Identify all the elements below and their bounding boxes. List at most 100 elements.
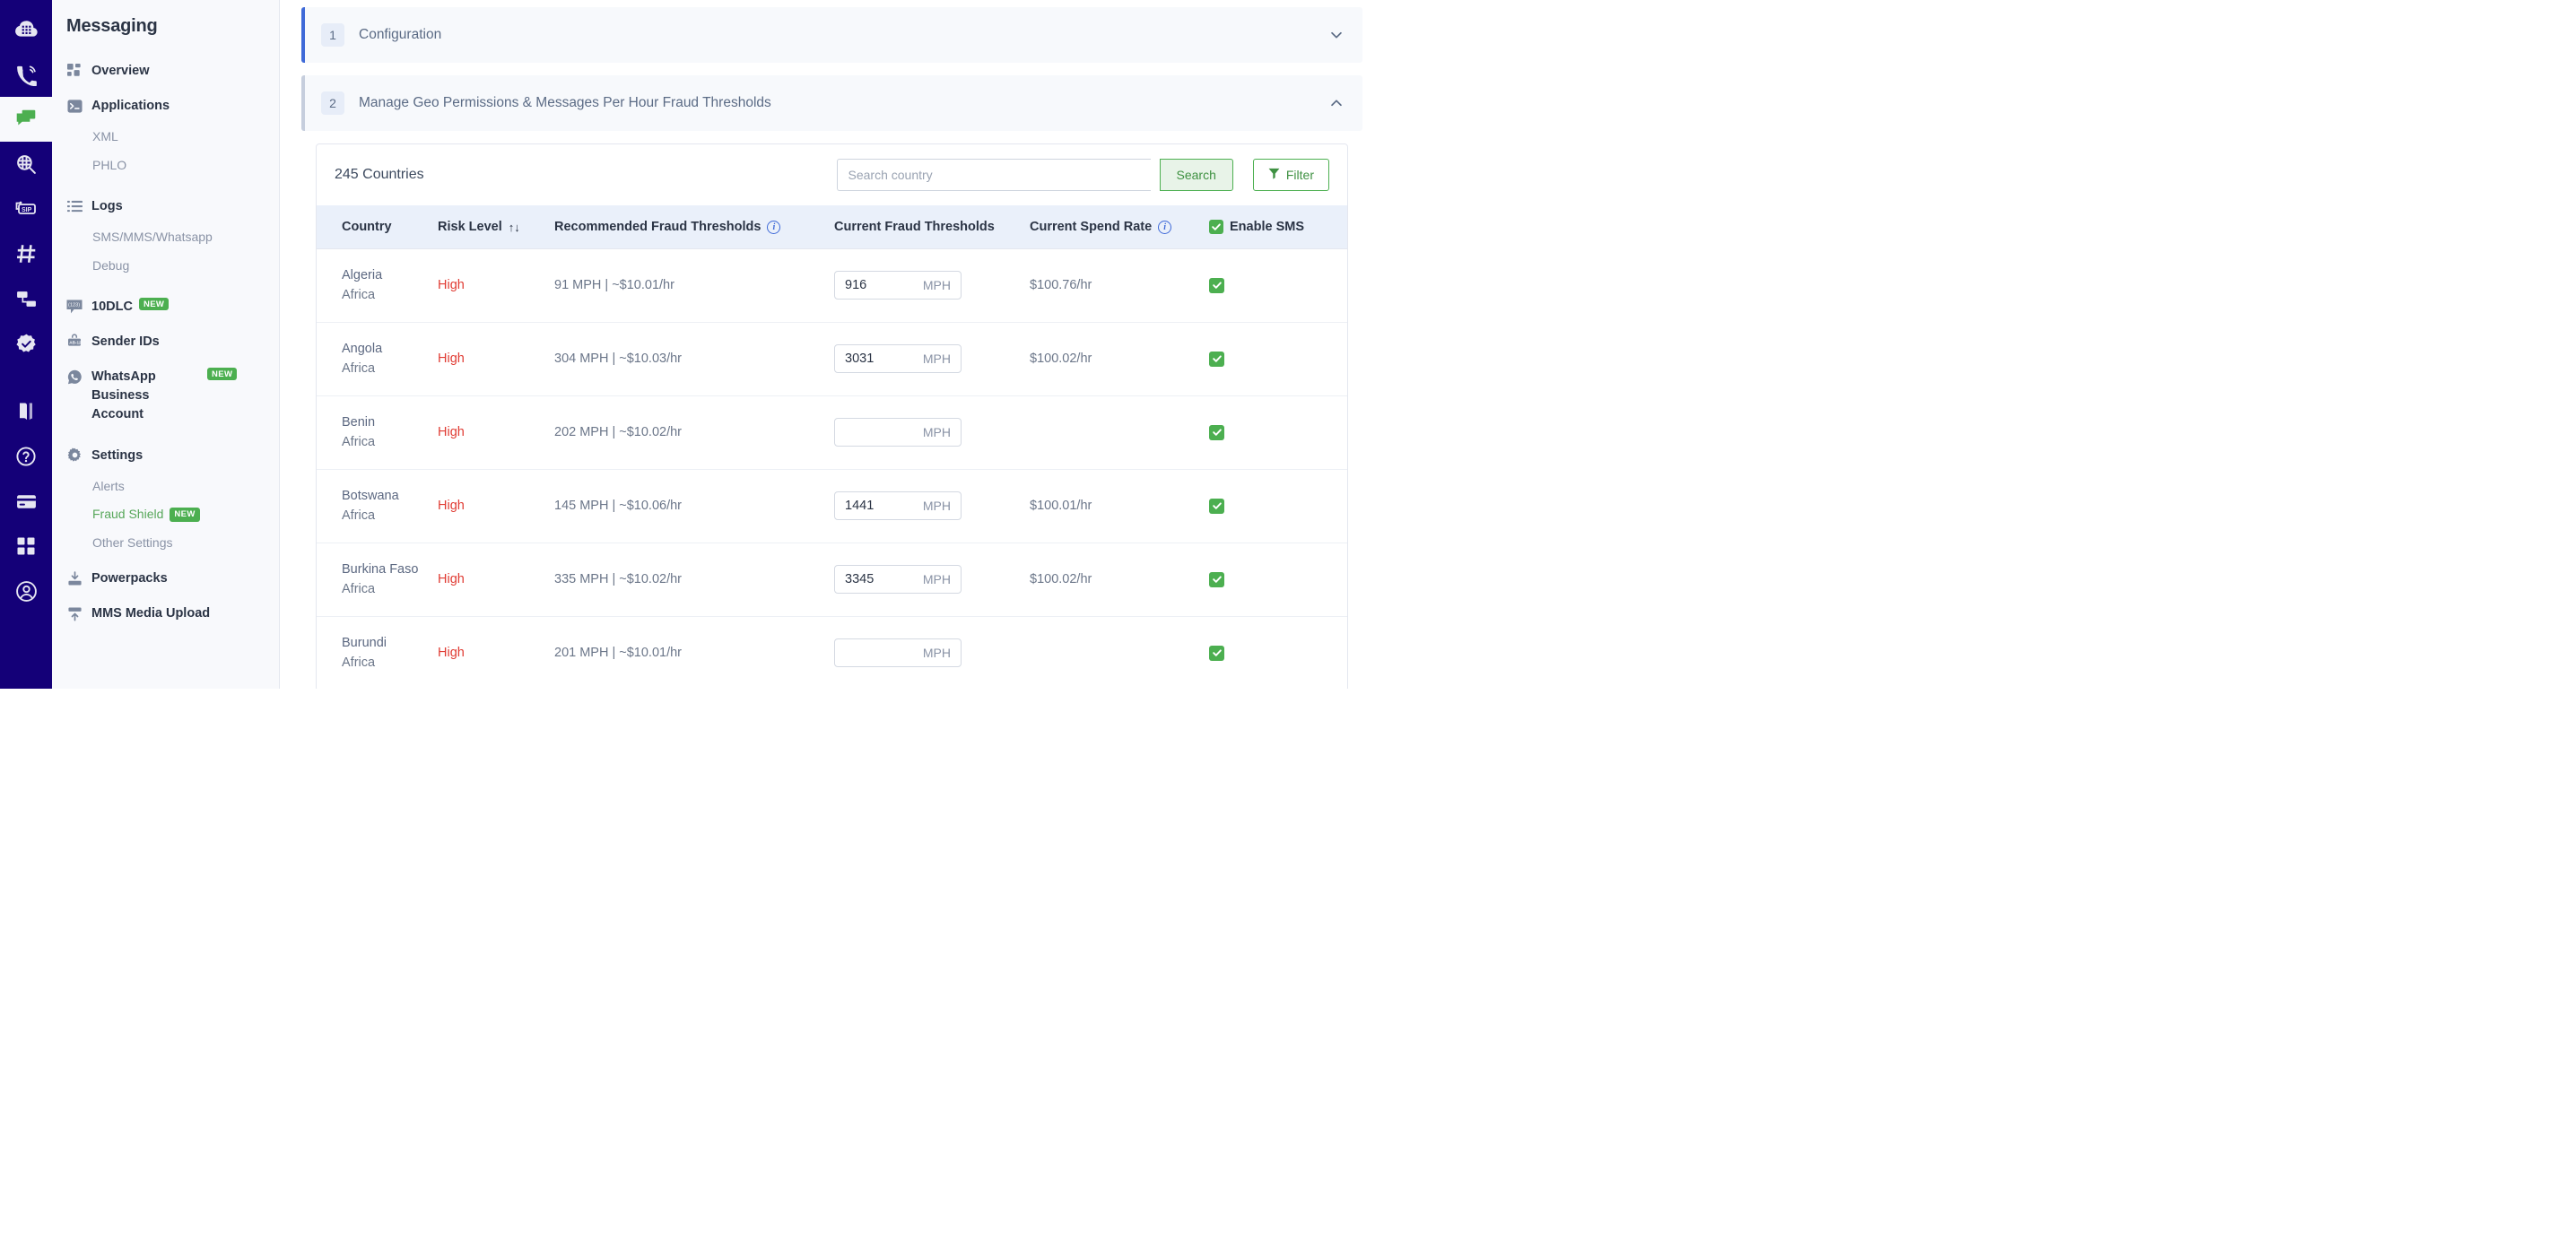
info-icon[interactable]: i <box>767 221 780 234</box>
cell-country: Botswana Africa <box>317 469 438 543</box>
enable-sms-checkbox[interactable] <box>1209 646 1224 661</box>
cloud-keypad-icon[interactable] <box>0 7 52 52</box>
cell-current-threshold: MPH <box>834 469 1030 543</box>
current-threshold-input[interactable] <box>845 572 918 586</box>
whatsapp-icon <box>66 369 83 385</box>
country-region: Africa <box>342 653 438 673</box>
mph-unit-label: MPH <box>923 425 951 439</box>
filter-button[interactable]: Filter <box>1253 159 1329 191</box>
cell-current-spend-rate: $100.02/hr <box>1030 322 1209 395</box>
cell-current-spend-rate <box>1030 395 1209 469</box>
cell-country: Burundi Africa <box>317 616 438 689</box>
accordion-manage-geo-permissions[interactable]: 2 Manage Geo Permissions & Messages Per … <box>301 75 1362 131</box>
sidebar-subitem-debug[interactable]: Debug <box>52 252 279 281</box>
mph-unit-label: MPH <box>923 572 951 586</box>
cell-recommended-threshold: 335 MPH | ~$10.02/hr <box>554 543 834 616</box>
powerpacks-icon <box>66 570 83 586</box>
enable-sms-checkbox[interactable] <box>1209 278 1224 293</box>
current-threshold-field[interactable]: MPH <box>834 344 962 373</box>
sidebar-item-powerpacks[interactable]: Powerpacks <box>52 562 279 595</box>
risk-level-value: High <box>438 646 465 660</box>
column-header-recommended-thresholds: Recommended Fraud Thresholds i <box>554 205 834 249</box>
sip-trunk-icon[interactable]: SIP <box>0 187 52 231</box>
sidebar-subitem-xml[interactable]: XML <box>52 123 279 152</box>
current-threshold-input[interactable] <box>845 278 918 292</box>
enable-sms-select-all-checkbox[interactable] <box>1209 220 1223 234</box>
countries-count: 245 Countries <box>335 167 828 183</box>
current-threshold-field[interactable]: MPH <box>834 565 962 594</box>
sidebar-subitem-fraud-shield[interactable]: Fraud ShieldNEW <box>52 500 279 529</box>
sidebar-subitem-other-settings[interactable]: Other Settings <box>52 529 279 558</box>
enable-sms-checkbox[interactable] <box>1209 425 1224 440</box>
sidebar-item-label: Powerpacks <box>91 569 168 588</box>
verify-badge-icon[interactable] <box>0 321 52 366</box>
cell-risk-level: High <box>438 616 554 689</box>
nav-group-powerpacks: Powerpacks <box>52 562 279 595</box>
sidebar-item-10dlc[interactable]: (123) 10DLC NEW <box>52 291 279 324</box>
country-name: Benin <box>342 412 438 432</box>
column-header-country-label: Country <box>342 220 392 234</box>
nav-group-logs: Logs SMS/MMS/Whatsapp Debug <box>52 190 279 280</box>
table-row: Botswana Africa High 145 MPH | ~$10.06/h… <box>317 469 1347 543</box>
enable-sms-checkbox[interactable] <box>1209 572 1224 587</box>
sidebar-subitem-phlo[interactable]: PHLO <box>52 152 279 180</box>
sidebar-item-mms-media-upload[interactable]: MMS Media Upload <box>52 597 279 630</box>
messaging-icon[interactable] <box>0 97 52 142</box>
cell-risk-level: High <box>438 249 554 323</box>
current-spend-rate-value: $100.01/hr <box>1030 499 1092 513</box>
current-threshold-input[interactable] <box>845 425 918 439</box>
countries-card: 245 Countries Search Filter Country R <box>316 143 1348 689</box>
mph-unit-label: MPH <box>923 646 951 660</box>
current-threshold-input[interactable] <box>845 499 918 513</box>
account-user-icon[interactable] <box>0 569 52 613</box>
nav-group-10dlc: (123) 10DLC NEW <box>52 291 279 324</box>
sidebar-subitem-sms-mms-whatsapp[interactable]: SMS/MMS/Whatsapp <box>52 223 279 252</box>
cell-enable-sms <box>1209 249 1347 323</box>
column-header-risk-level[interactable]: Risk Level ↑↓ <box>438 205 554 249</box>
current-threshold-field[interactable]: MPH <box>834 418 962 447</box>
chevron-up-icon[interactable] <box>1328 95 1345 111</box>
book-docs-icon[interactable] <box>0 389 52 434</box>
table-row: Burkina Faso Africa High 335 MPH | ~$10.… <box>317 543 1347 616</box>
sidebar-item-logs[interactable]: Logs <box>52 190 279 223</box>
sidebar-item-overview[interactable]: Overview <box>52 55 279 88</box>
sidebar-subitem-alerts[interactable]: Alerts <box>52 473 279 501</box>
recommended-threshold-value: 202 MPH | ~$10.02/hr <box>554 425 682 439</box>
current-threshold-input[interactable] <box>845 352 918 366</box>
sidebar-item-sender-ids[interactable]: AB-12 Sender IDs <box>52 326 279 359</box>
flow-nodes-icon[interactable] <box>0 276 52 321</box>
cell-current-threshold: MPH <box>834 249 1030 323</box>
accordion-configuration[interactable]: 1 Configuration <box>301 7 1362 63</box>
chevron-down-icon[interactable] <box>1328 27 1345 43</box>
phone-voice-icon[interactable] <box>0 52 52 97</box>
enable-sms-checkbox[interactable] <box>1209 499 1224 514</box>
risk-level-value: High <box>438 425 465 439</box>
sidebar-item-settings[interactable]: Settings <box>52 439 279 473</box>
search-button[interactable]: Search <box>1160 159 1233 191</box>
current-threshold-input[interactable] <box>845 646 918 660</box>
info-icon[interactable]: i <box>1158 221 1171 234</box>
badge-new: NEW <box>139 298 169 310</box>
help-circle-icon[interactable] <box>0 434 52 479</box>
current-spend-rate-value: $100.76/hr <box>1030 278 1092 292</box>
lookup-search-icon[interactable] <box>0 142 52 187</box>
search-input[interactable] <box>837 159 1151 191</box>
column-header-enable-sms-label: Enable SMS <box>1230 220 1304 234</box>
hash-number-icon[interactable] <box>0 231 52 276</box>
nav-group-settings: Settings Alerts Fraud ShieldNEW Other Se… <box>52 439 279 558</box>
sidebar-item-applications[interactable]: Applications <box>52 90 279 123</box>
accordion-step-number: 1 <box>321 23 344 47</box>
countries-table: Country Risk Level ↑↓ Recommended Fraud … <box>317 205 1347 689</box>
apps-grid-icon[interactable] <box>0 524 52 569</box>
current-threshold-field[interactable]: MPH <box>834 638 962 667</box>
mph-unit-label: MPH <box>923 352 951 366</box>
sort-arrows-icon[interactable]: ↑↓ <box>509 221 520 234</box>
sidebar-item-whatsapp-business-account[interactable]: WhatsApp Business Account NEW <box>52 360 279 431</box>
badge-new: NEW <box>170 508 199 522</box>
current-threshold-field[interactable]: MPH <box>834 271 962 300</box>
current-threshold-field[interactable]: MPH <box>834 491 962 520</box>
billing-card-icon[interactable] <box>0 479 52 524</box>
cell-current-spend-rate: $100.02/hr <box>1030 543 1209 616</box>
current-spend-rate-value: $100.02/hr <box>1030 352 1092 366</box>
enable-sms-checkbox[interactable] <box>1209 352 1224 367</box>
